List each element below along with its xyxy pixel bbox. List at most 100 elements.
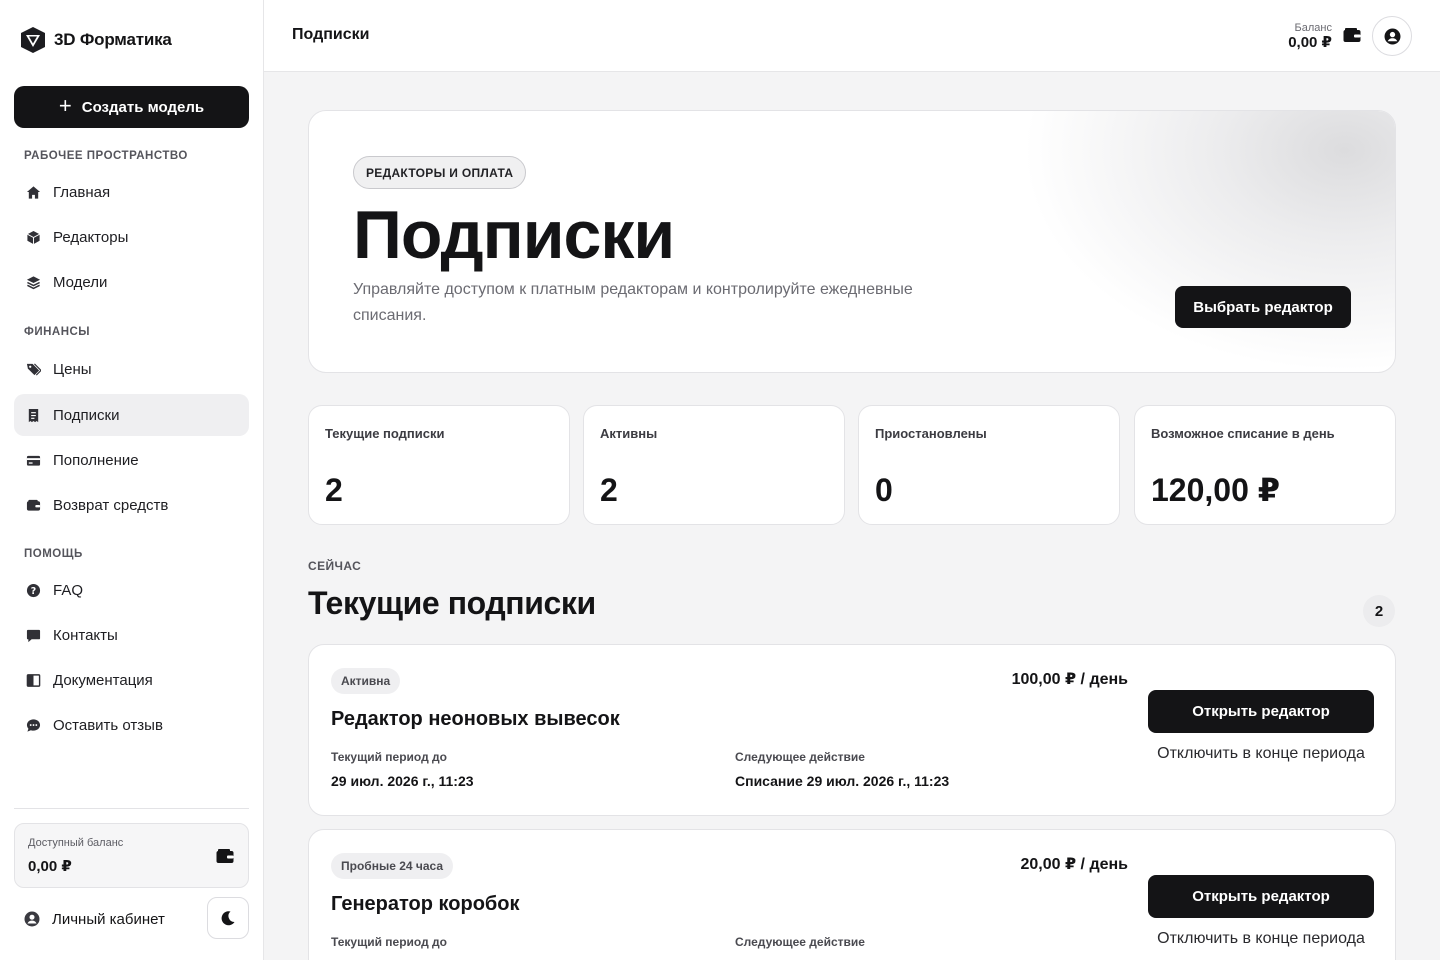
section-title: Текущие подписки [308,585,596,621]
sidebar-item-docs[interactable]: Документация [14,659,249,701]
stat-label: Возможное списание в день [1151,426,1335,441]
receipt-icon [25,407,41,423]
tags-icon [25,361,41,377]
stat-card-active: Активны 2 [583,405,845,525]
status-badge: Пробные 24 часа [331,853,454,879]
subscription-price: 20,00 ₽ / день [1020,856,1128,873]
available-balance-card: Доступный баланс 0,00 ₽ [14,823,249,888]
stat-value: 0 [875,472,893,508]
stat-card-daily-charge: Возможное списание в день 120,00 ₽ [1134,405,1396,525]
stat-label: Приостановлены [875,426,987,441]
sidebar-item-label: Модели [53,273,108,291]
next-action-value: Списание 29 июл. 2026 г., 11:23 [735,773,950,789]
sidebar-item-contacts[interactable]: Контакты [14,614,249,656]
hero-description: Управляйте доступом к платным редакторам… [353,281,913,324]
stat-card-current: Текущие подписки 2 [308,405,570,525]
create-model-label: Создать модель [81,98,205,116]
stat-label: Активны [600,426,658,441]
comment-dots-icon [25,717,41,733]
cancel-at-period-end-link[interactable]: Отключить в конце периода [1148,930,1374,948]
user-circle-icon [1384,28,1400,44]
sidebar-item-models[interactable]: Модели [14,261,249,303]
open-editor-button[interactable]: Открыть редактор [1148,690,1374,733]
next-action-label: Следующее действие [735,750,865,764]
period-label: Текущий период до [331,750,447,764]
header-balance-label: Баланс [1294,22,1332,34]
layers-icon [25,274,41,290]
sidebar-item-topup[interactable]: Пополнение [14,439,249,481]
status-badge: Активна [331,668,401,694]
account-button[interactable] [1372,16,1412,56]
subscription-name: Генератор коробок [331,893,520,915]
sidebar-item-feedback[interactable]: Оставить отзыв [14,704,249,746]
sidebar-item-prices[interactable]: Цены [14,348,249,390]
book-icon [25,672,41,688]
user-circle-icon [24,911,40,927]
personal-cabinet-label: Личный кабинет [52,910,165,928]
hero-pill: РЕДАКТОРЫ И ОПЛАТА [353,156,527,189]
subscription-card: Пробные 24 часа Генератор коробок 20,00 … [308,829,1396,960]
home-icon [25,184,41,200]
sidebar-item-label: FAQ [53,581,84,599]
wallet-icon [25,497,41,513]
sidebar-item-subscriptions[interactable]: Подписки [14,394,249,436]
next-action-label: Следующее действие [735,935,865,949]
question-circle-icon: ? [25,582,41,598]
sidebar-item-label: Подписки [53,406,120,424]
choose-editor-button[interactable]: Выбрать редактор [1175,286,1351,328]
header-balance-value: 0,00 ₽ [1288,34,1332,51]
subscriptions-count-badge: 2 [1363,595,1395,627]
period-label: Текущий период до [331,935,447,949]
section-eyebrow: СЕЙЧАС [308,559,362,573]
sidebar-item-label: Возврат средств [53,496,169,514]
period-value: 29 июл. 2026 г., 11:23 [331,773,474,789]
page-title: Подписки [292,26,370,43]
stat-value: 120,00 ₽ [1151,472,1281,508]
theme-toggle-button[interactable] [207,897,249,939]
section-label-finance: ФИНАНСЫ [24,326,91,338]
subscription-card: Активна Редактор неоновых вывесок 100,00… [308,644,1396,816]
section-label-workspace: РАБОЧЕЕ ПРОСТРАНСТВО [24,150,188,162]
topbar: Подписки Баланс 0,00 ₽ [264,0,1440,72]
wallet-icon[interactable] [1343,27,1361,43]
hero-card: РЕДАКТОРЫ И ОПЛАТА Подписки Управляйте д… [308,110,1396,373]
stat-value: 2 [600,472,618,508]
plus-icon: + [58,92,72,118]
personal-cabinet-link[interactable]: Личный кабинет [24,904,165,934]
hero-title: Подписки [353,197,675,273]
stat-label: Текущие подписки [325,426,445,441]
chat-bubble-icon [25,627,41,643]
moon-icon [221,911,235,926]
subscription-price: 100,00 ₽ / день [1011,671,1128,688]
sidebar-item-label: Главная [53,183,111,201]
sidebar: 3D Форматика + Создать модель РАБОЧЕЕ ПР… [0,0,264,960]
logo-icon [21,27,45,53]
available-balance-value: 0,00 ₽ [28,858,72,875]
sidebar-item-label: Оставить отзыв [53,716,163,734]
sidebar-item-label: Редакторы [53,228,129,246]
sidebar-item-faq[interactable]: ? FAQ [14,569,249,611]
stat-value: 2 [325,472,343,508]
subscription-name: Редактор неоновых вывесок [331,708,620,730]
sidebar-item-label: Документация [53,671,153,689]
cancel-at-period-end-link[interactable]: Отключить в конце периода [1148,745,1374,763]
stat-card-paused: Приостановлены 0 [858,405,1120,525]
sidebar-item-refund[interactable]: Возврат средств [14,484,249,526]
sidebar-item-label: Цены [53,360,92,378]
create-model-button[interactable]: + Создать модель [14,86,249,128]
hero-gradient [975,111,1395,372]
brand-logo[interactable]: 3D Форматика [20,26,172,54]
svg-text:?: ? [30,585,35,596]
open-editor-button[interactable]: Открыть редактор [1148,875,1374,918]
sidebar-item-label: Контакты [53,626,118,644]
brand-name: 3D Форматика [54,30,172,49]
wallet-icon [216,849,234,863]
section-label-help: ПОМОЩЬ [24,548,83,560]
available-balance-label: Доступный баланс [28,837,124,849]
sidebar-item-home[interactable]: Главная [14,171,249,213]
sidebar-item-editors[interactable]: Редакторы [14,216,249,258]
header-balance: Баланс 0,00 ₽ [1288,22,1332,52]
cube-icon [25,229,41,245]
sidebar-item-label: Пополнение [53,451,139,469]
sidebar-divider [14,808,249,809]
